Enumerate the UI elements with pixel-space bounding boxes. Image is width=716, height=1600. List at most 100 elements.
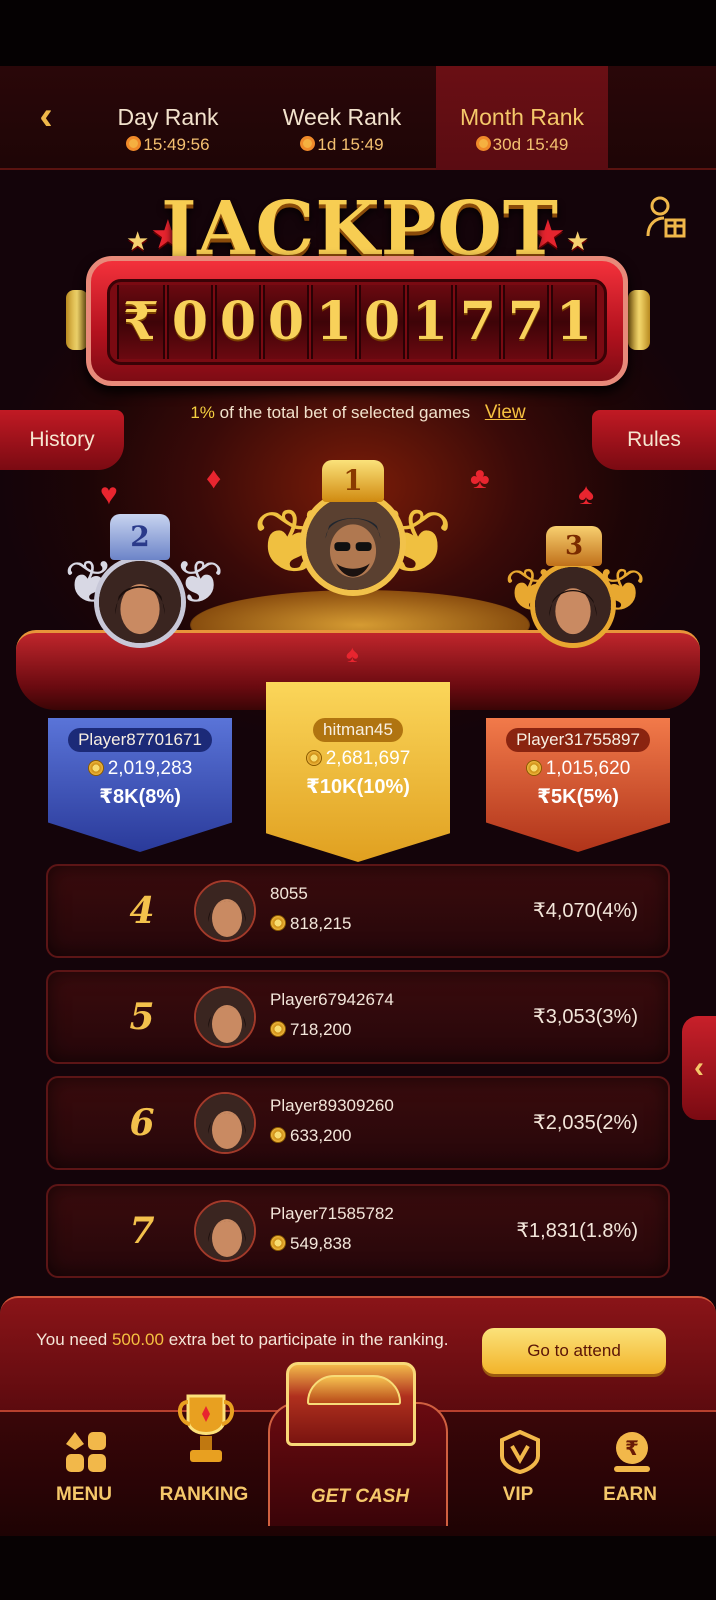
clock-icon xyxy=(126,136,142,151)
currency-symbol: ₹ xyxy=(117,285,165,359)
side-drawer-chevron-icon[interactable]: ‹ xyxy=(682,1016,716,1120)
vip-shield-icon xyxy=(500,1430,540,1474)
row-avatar xyxy=(194,1200,256,1262)
rank-row[interactable]: 6 Player89309260 633,200 ₹2,035(2%) xyxy=(46,1076,670,1170)
view-link[interactable]: View xyxy=(485,402,526,423)
player-name: Player87701671 xyxy=(68,728,212,752)
rank-number: 4 xyxy=(129,890,155,932)
tab-label: Month Rank xyxy=(459,104,584,130)
go-to-attend-button[interactable]: Go to attend xyxy=(482,1328,666,1374)
clock-icon xyxy=(300,136,316,151)
player-prize: ₹1,831(1.8%) xyxy=(516,1220,638,1242)
tab-month-rank[interactable]: Month Rank 30d 15:49 xyxy=(436,66,608,170)
jackpot-digit: 1 xyxy=(551,285,597,359)
participation-message: You need 500.00 extra bet to participate… xyxy=(36,1330,449,1349)
player-name: Player31755897 xyxy=(506,728,650,752)
coin-icon xyxy=(270,1127,286,1143)
player-coins: 2,681,697 xyxy=(266,748,450,770)
rank3-avatar[interactable] xyxy=(530,562,616,648)
rank-tabs: ‹ Day Rank 15:49:56 Week Rank 1d 15:49 M… xyxy=(0,66,716,170)
svg-text:₹: ₹ xyxy=(625,1436,639,1460)
diamond-icon: ♦ xyxy=(206,462,222,495)
chest-lid xyxy=(307,1375,401,1405)
history-button[interactable]: History xyxy=(0,410,124,470)
nav-vip[interactable]: VIP xyxy=(458,1412,578,1538)
star-icon: ★ xyxy=(126,226,150,256)
jackpot-digits: ₹ 0 0 0 1 0 1 7 7 1 xyxy=(107,279,607,365)
rank-number: 6 xyxy=(129,1102,155,1144)
nav-menu[interactable]: MENU xyxy=(24,1412,144,1538)
club-icon: ♣ xyxy=(470,462,490,495)
player-prize: ₹4,070(4%) xyxy=(533,900,638,922)
coin-icon xyxy=(270,1235,286,1251)
player-reward: ₹8K(8%) xyxy=(99,786,181,808)
rank2-avatar[interactable] xyxy=(94,556,186,648)
jackpot-counter: ₹ 0 0 0 1 0 1 7 7 1 xyxy=(86,256,628,386)
jackpot-digit: 0 xyxy=(263,285,309,359)
nav-label: VIP xyxy=(502,1484,534,1505)
counter-knob xyxy=(66,290,88,350)
coin-icon xyxy=(87,760,104,776)
trophy-icon xyxy=(178,1394,234,1462)
row-avatar xyxy=(194,880,256,942)
player-coins: 549,838 xyxy=(270,1234,351,1254)
spade-icon: ♠ xyxy=(346,641,359,668)
tab-label: Day Rank xyxy=(117,104,219,130)
player-face xyxy=(196,1202,254,1260)
clock-icon xyxy=(475,136,491,151)
player-face xyxy=(196,988,254,1046)
rank1-plaque: hitman45 2,681,697 ₹10K(10%) xyxy=(266,682,450,862)
rules-button[interactable]: Rules xyxy=(592,410,716,470)
rank-row[interactable]: 5 Player67942674 718,200 ₹3,053(3%) xyxy=(46,970,670,1064)
player-reward: ₹10K(10%) xyxy=(306,776,410,798)
rank1-crown: 1 xyxy=(322,460,384,502)
rank1-avatar[interactable] xyxy=(300,490,406,596)
info-text: of the total bet of selected games xyxy=(219,403,471,422)
required-amount: 500.00 xyxy=(111,1330,164,1349)
nav-earn[interactable]: ₹ EARN xyxy=(570,1412,690,1538)
nav-label: MENU xyxy=(56,1484,112,1505)
player-name: Player71585782 xyxy=(270,1204,394,1223)
jackpot-digit: 0 xyxy=(359,285,405,359)
player-face xyxy=(535,567,611,643)
nav-label: GET CASH xyxy=(310,1486,410,1507)
rupee-coin-icon: ₹ xyxy=(614,1432,650,1472)
rank-row[interactable]: 4 8055 818,215 ₹4,070(4%) xyxy=(46,864,670,958)
rank-row[interactable]: 7 Player71585782 549,838 ₹1,831(1.8%) xyxy=(46,1184,670,1278)
coin-icon xyxy=(305,750,322,766)
jackpot-digit: 7 xyxy=(455,285,501,359)
rank-number: 5 xyxy=(129,996,155,1038)
tab-timer: 30d 15:49 xyxy=(436,135,608,155)
player-coins: 818,215 xyxy=(270,914,351,934)
treasure-chest-icon[interactable] xyxy=(286,1362,416,1446)
jackpot-digit: 0 xyxy=(167,285,213,359)
back-arrow-icon[interactable]: ‹ xyxy=(26,96,66,136)
counter-knob xyxy=(628,290,650,350)
heart-icon: ♥ xyxy=(100,478,118,511)
row-avatar xyxy=(194,986,256,1048)
tab-week-rank[interactable]: Week Rank 1d 15:49 xyxy=(256,66,428,170)
nav-label: RANKING xyxy=(159,1484,249,1505)
player-name: Player67942674 xyxy=(270,990,394,1009)
nav-ranking[interactable]: RANKING xyxy=(144,1394,264,1538)
player-face xyxy=(196,1094,254,1152)
status-bar-area xyxy=(0,0,716,66)
tab-timer: 15:49:56 xyxy=(82,135,254,155)
coin-icon xyxy=(270,915,286,931)
gift-user-icon[interactable] xyxy=(646,196,686,240)
menu-grid-icon xyxy=(66,1432,106,1472)
player-face xyxy=(196,882,254,940)
player-reward: ₹5K(5%) xyxy=(537,786,619,808)
player-prize: ₹3,053(3%) xyxy=(533,1006,638,1028)
player-name: 8055 xyxy=(270,884,308,903)
player-coins: 718,200 xyxy=(270,1020,351,1040)
system-nav-area xyxy=(0,1536,716,1600)
player-face xyxy=(99,561,181,643)
jackpot-digit: 0 xyxy=(215,285,261,359)
player-coins: 633,200 xyxy=(270,1126,351,1146)
rank3-crown: 3 xyxy=(546,526,602,566)
player-name: Player89309260 xyxy=(270,1096,394,1115)
player-name: hitman45 xyxy=(313,718,403,742)
tab-timer: 1d 15:49 xyxy=(256,135,428,155)
tab-day-rank[interactable]: Day Rank 15:49:56 xyxy=(82,66,254,170)
